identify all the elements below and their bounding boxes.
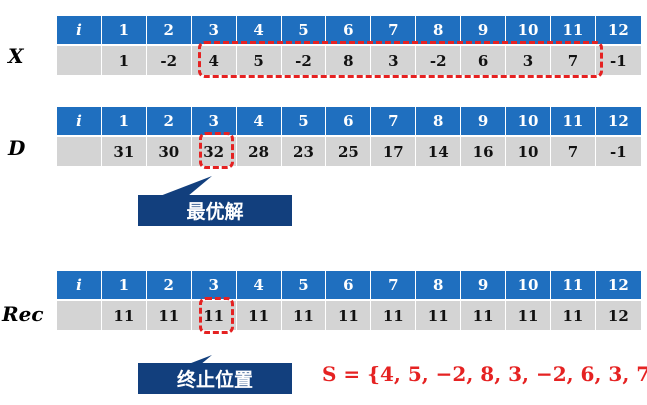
header-cell: 11 <box>551 271 596 299</box>
table-label-rec: Rec <box>2 302 44 326</box>
table-d-value-row: 31 30 32 28 23 25 17 14 16 10 7 -1 <box>57 137 641 166</box>
value-cell: -2 <box>147 46 192 75</box>
value-cell: 11 <box>461 301 507 330</box>
value-cell: 28 <box>237 137 282 166</box>
header-cell: 12 <box>607 276 629 294</box>
optimal-callout: 最优解 <box>138 195 292 226</box>
header-cell: 4 <box>237 271 282 299</box>
value-cell: 23 <box>282 137 327 166</box>
header-cell: 5 <box>282 16 327 44</box>
header-cell: 11 <box>551 107 596 135</box>
value-cell: -1 <box>609 142 627 161</box>
header-cell: 2 <box>147 107 192 135</box>
table-rec: i 1 2 3 4 5 6 7 8 9 10 11 12 11 11 11 11… <box>57 271 641 330</box>
header-cell: 1 <box>102 271 147 299</box>
value-cell: 12 <box>607 306 629 325</box>
header-cell: 3 <box>192 16 237 44</box>
header-cell: 1 <box>102 107 147 135</box>
header-cell: 6 <box>326 16 372 44</box>
value-cell: 11 <box>416 301 462 330</box>
value-cell: 17 <box>371 137 417 166</box>
value-cell: 11 <box>237 301 282 330</box>
value-cell: 7 <box>551 137 596 166</box>
header-cell: 12 <box>607 21 629 39</box>
header-cell: 8 <box>416 16 462 44</box>
value-cell: 10 <box>506 137 551 166</box>
table-d-header-row: i 1 2 3 4 5 6 7 8 9 10 11 12 <box>57 107 641 135</box>
value-cell <box>57 301 102 330</box>
value-cell: 14 <box>416 137 462 166</box>
end-position-highlight <box>199 297 234 334</box>
end-position-callout: 终止位置 <box>138 363 292 394</box>
value-cell: 11 <box>102 301 147 330</box>
table-label-d: D <box>8 136 26 160</box>
value-cell <box>57 46 102 75</box>
header-cell: 5 <box>282 107 327 135</box>
header-cell: 8 <box>416 271 462 299</box>
header-cell: 7 <box>371 271 417 299</box>
table-label-x: X <box>8 44 24 68</box>
header-cell: 7 <box>371 107 417 135</box>
header-cell: 9 <box>461 16 507 44</box>
table-rec-header-row: i 1 2 3 4 5 6 7 8 9 10 11 12 <box>57 271 641 299</box>
header-cell: 10 <box>506 16 551 44</box>
header-cell: 4 <box>237 107 282 135</box>
header-cell: 7 <box>371 16 417 44</box>
solution-formula: S = {4, 5, −2, 8, 3, −2, 6, 3, 7} <box>322 362 647 386</box>
header-cell: 12 <box>607 112 629 130</box>
header-cell: i <box>57 271 102 299</box>
header-cell: 10 <box>506 107 551 135</box>
header-cell: 1 <box>102 16 147 44</box>
header-cell: 3 <box>192 107 237 135</box>
value-cell: 25 <box>326 137 372 166</box>
header-cell: 2 <box>147 271 192 299</box>
header-cell: 6 <box>326 107 372 135</box>
value-cell: 11 <box>147 301 192 330</box>
table-x-header-row: i 1 2 3 4 5 6 7 8 9 10 11 12 <box>57 16 641 44</box>
header-cell: 3 <box>192 271 237 299</box>
header-cell: 8 <box>416 107 462 135</box>
header-cell: 5 <box>282 271 327 299</box>
value-cell: 31 <box>102 137 147 166</box>
max-subarray-highlight <box>198 41 603 78</box>
value-cell: 11 <box>506 301 551 330</box>
table-d: i 1 2 3 4 5 6 7 8 9 10 11 12 31 30 32 28… <box>57 107 641 166</box>
value-cell: 16 <box>461 137 507 166</box>
header-cell: 10 <box>506 271 551 299</box>
value-cell: 1 <box>102 46 147 75</box>
value-cell: 11 <box>551 301 596 330</box>
header-cell: i <box>57 16 102 44</box>
value-cell <box>57 137 102 166</box>
value-cell: 30 <box>147 137 192 166</box>
optimal-value-highlight <box>199 132 234 169</box>
value-cell: 11 <box>371 301 417 330</box>
header-cell: 2 <box>147 16 192 44</box>
table-rec-value-row: 11 11 11 11 11 11 11 11 11 11 11 12 <box>57 301 641 330</box>
header-cell: 11 <box>551 16 596 44</box>
header-cell: 9 <box>461 107 507 135</box>
value-cell: 11 <box>282 301 327 330</box>
value-cell: 11 <box>326 301 372 330</box>
header-cell: 4 <box>237 16 282 44</box>
header-cell: i <box>57 107 102 135</box>
header-cell: 6 <box>326 271 372 299</box>
header-cell: 9 <box>461 271 507 299</box>
